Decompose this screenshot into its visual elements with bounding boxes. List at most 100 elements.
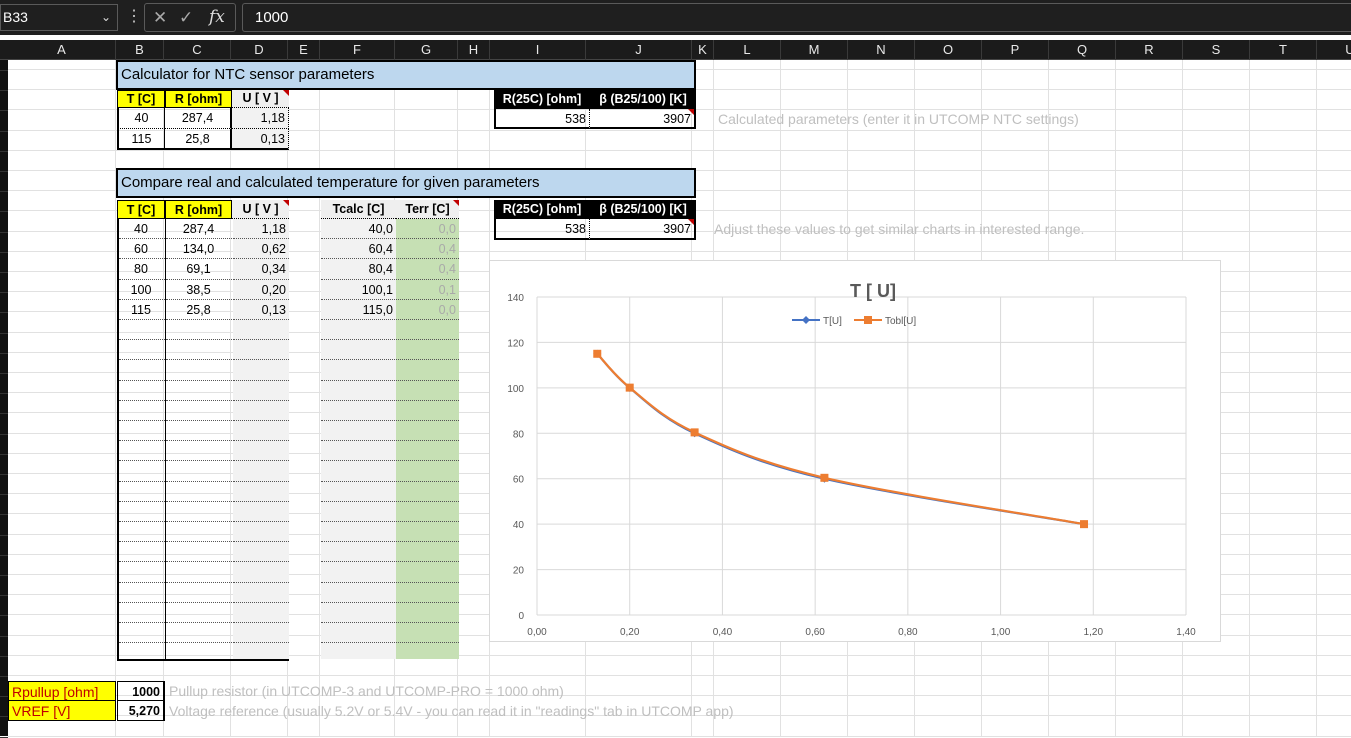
calc-cell-r1-c0[interactable]: 115: [117, 129, 165, 150]
rpullup-value[interactable]: 1000: [117, 681, 165, 701]
compare-cell-r4-c3[interactable]: 115,0: [321, 300, 396, 320]
calc-cell-r0-c1[interactable]: 287,4: [165, 108, 232, 129]
row-header-tick[interactable]: [0, 695, 8, 697]
column-header-d[interactable]: D: [231, 40, 288, 60]
compare-cell-r2-c3[interactable]: 80,4: [321, 259, 396, 279]
column-header-r[interactable]: R: [1116, 40, 1183, 60]
vref-value[interactable]: 5,270: [117, 701, 165, 721]
column-header-i[interactable]: I: [490, 40, 586, 60]
row-header-tick[interactable]: [0, 473, 8, 475]
compare-cell-r0-c0[interactable]: 40: [117, 219, 165, 239]
column-header-j[interactable]: J: [586, 40, 692, 60]
calc-title[interactable]: Calculator for NTC sensor parameters: [116, 60, 696, 90]
calc-param-header-beta[interactable]: β (B25/100) [K]: [590, 90, 696, 109]
compare-cell-r1-c0[interactable]: 60: [117, 239, 165, 259]
enter-icon[interactable]: ✓: [179, 4, 193, 31]
chart-area[interactable]: 0 20 40 60 80 100 120 140 0,00 0,20 0,40 0,60 0,80 1,…: [489, 260, 1221, 642]
row-header-tick[interactable]: [0, 170, 8, 172]
vref-label[interactable]: VREF [V]: [8, 701, 116, 721]
column-header-l[interactable]: L: [714, 40, 781, 60]
column-header-f[interactable]: F: [320, 40, 395, 60]
compare-cell-r0-c4[interactable]: 0,0: [396, 219, 459, 239]
row-header-tick[interactable]: [0, 614, 8, 616]
calc-cell-r1-c2[interactable]: 0,13: [232, 129, 289, 150]
row-header-tick[interactable]: [0, 332, 8, 334]
row-header-tick[interactable]: [0, 190, 8, 192]
calc-header-t[interactable]: T [C]: [117, 90, 165, 108]
column-header-c[interactable]: C: [164, 40, 231, 60]
row-header-tick[interactable]: [0, 453, 8, 455]
insert-function-icon[interactable]: fx: [209, 4, 225, 31]
row-header-tick[interactable]: [0, 554, 8, 556]
column-header-t[interactable]: T: [1250, 40, 1317, 60]
column-header-n[interactable]: N: [848, 40, 915, 60]
chevron-down-icon[interactable]: ⌄: [101, 5, 111, 30]
row-header-tick[interactable]: [0, 594, 8, 596]
compare-cell-r0-c1[interactable]: 287,4: [165, 219, 232, 239]
row-header-tick[interactable]: [0, 675, 8, 677]
row-header-tick[interactable]: [0, 655, 8, 657]
compare-cell-r2-c2[interactable]: 0,34: [232, 259, 289, 279]
calc-param-r25[interactable]: 538: [494, 109, 590, 129]
column-header-m[interactable]: M: [781, 40, 848, 60]
row-header-tick[interactable]: [0, 130, 8, 132]
compare-cell-r2-c4[interactable]: 0,4: [396, 259, 459, 279]
compare-cell-r1-c4[interactable]: 0,4: [396, 239, 459, 259]
compare-header-t[interactable]: T [C]: [117, 200, 165, 219]
calc-param-header-r25[interactable]: R(25C) [ohm]: [494, 90, 590, 109]
compare-cell-r1-c3[interactable]: 60,4: [321, 239, 396, 259]
compare-cell-r1-c1[interactable]: 134,0: [165, 239, 232, 259]
compare-cell-r3-c2[interactable]: 0,20: [232, 280, 289, 300]
compare-header-u[interactable]: U [ V ]: [232, 200, 289, 219]
row-header-tick[interactable]: [0, 291, 8, 293]
row-header-tick[interactable]: [0, 412, 8, 414]
row-header-tick[interactable]: [0, 493, 8, 495]
column-header-h[interactable]: H: [458, 40, 490, 60]
row-header-tick[interactable]: [0, 534, 8, 536]
compare-cell-r3-c0[interactable]: 100: [117, 280, 165, 300]
row-header-tick[interactable]: [0, 635, 8, 637]
calc-header-r[interactable]: R [ohm]: [165, 90, 232, 108]
column-header-q[interactable]: Q: [1049, 40, 1116, 60]
compare-cell-r0-c2[interactable]: 1,18: [232, 219, 289, 239]
compare-cell-r0-c3[interactable]: 40,0: [321, 219, 396, 239]
row-header-tick[interactable]: [0, 433, 8, 435]
column-header-p[interactable]: P: [982, 40, 1049, 60]
formula-input[interactable]: 1000: [242, 3, 1351, 32]
compare-cell-r3-c4[interactable]: 0,1: [396, 280, 459, 300]
calc-cell-r1-c1[interactable]: 25,8: [165, 129, 232, 150]
row-header-tick[interactable]: [0, 150, 8, 152]
row-header-tick[interactable]: [0, 210, 8, 212]
calc-cell-r0-c2[interactable]: 1,18: [232, 108, 289, 129]
column-header-o[interactable]: O: [915, 40, 982, 60]
compare-cell-r4-c4[interactable]: 0,0: [396, 300, 459, 320]
compare-title[interactable]: Compare real and calculated temperature …: [116, 168, 696, 198]
compare-cell-r3-c1[interactable]: 38,5: [165, 280, 232, 300]
column-header-e[interactable]: E: [288, 40, 320, 60]
calc-param-beta[interactable]: 3907: [590, 109, 696, 129]
more-options-icon[interactable]: ⋮: [126, 6, 142, 28]
column-header-u[interactable]: U: [1317, 40, 1351, 60]
row-header-tick[interactable]: [0, 392, 8, 394]
compare-header-tcalc[interactable]: Tcalc [C]: [321, 200, 396, 219]
column-header-g[interactable]: G: [395, 40, 458, 60]
row-header-tick[interactable]: [0, 89, 8, 91]
compare-cell-r1-c2[interactable]: 0,62: [232, 239, 289, 259]
row-header-tick[interactable]: [0, 109, 8, 111]
row-header-tick[interactable]: [0, 372, 8, 374]
row-header-tick[interactable]: [0, 311, 8, 313]
column-header-s[interactable]: S: [1183, 40, 1250, 60]
compare-cell-r4-c2[interactable]: 0,13: [232, 300, 289, 320]
compare-header-terr[interactable]: Terr [C]: [396, 200, 459, 219]
compare-cell-r2-c0[interactable]: 80: [117, 259, 165, 279]
row-header-tick[interactable]: [0, 231, 8, 233]
name-box[interactable]: B33 ⌄: [0, 4, 118, 31]
row-header-tick[interactable]: [0, 715, 8, 717]
compare-param-header-beta[interactable]: β (B25/100) [K]: [590, 200, 696, 219]
compare-param-r25[interactable]: 538: [494, 219, 590, 240]
compare-cell-r4-c1[interactable]: 25,8: [165, 300, 232, 320]
compare-cell-r2-c1[interactable]: 69,1: [165, 259, 232, 279]
column-header-a[interactable]: A: [8, 40, 116, 60]
row-header-tick[interactable]: [0, 574, 8, 576]
rpullup-label[interactable]: Rpullup [ohm]: [8, 681, 116, 701]
